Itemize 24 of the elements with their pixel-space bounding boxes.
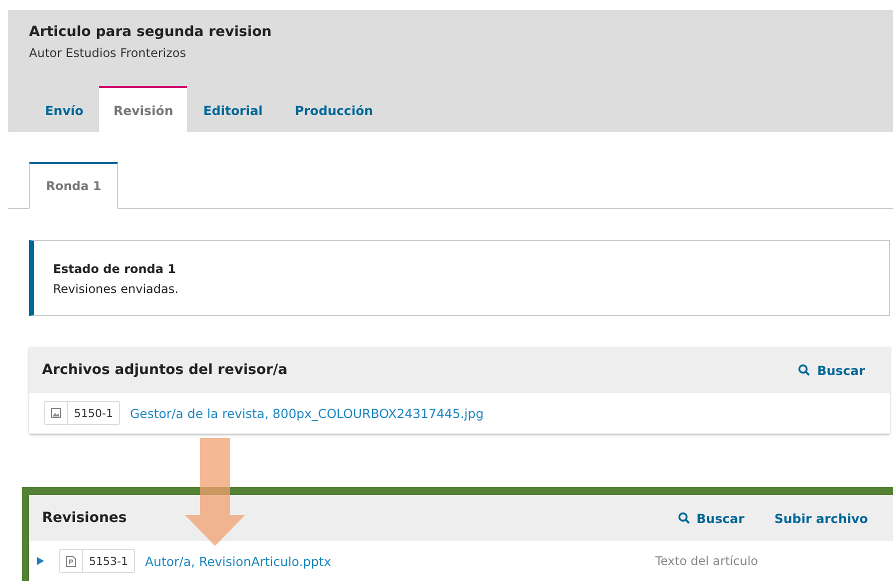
file-link[interactable]: Gestor/a de la revista, 800px_COLOURBOX24317445.jpg	[130, 406, 880, 420]
panel-title: Archivos adjuntos del revisor/a	[42, 362, 288, 378]
round-tab[interactable]: Ronda 1	[29, 162, 118, 209]
status-title: Estado de ronda 1	[53, 261, 178, 278]
status-text: Revisiones enviadas.	[53, 282, 178, 296]
file-badge: 5153-1	[59, 549, 135, 573]
document-file-icon	[66, 556, 76, 566]
workflow-tab[interactable]: Producción	[278, 86, 390, 132]
search-link[interactable]: Buscar	[798, 362, 865, 378]
search-icon	[678, 512, 690, 524]
workflow-tab[interactable]: Envío	[29, 86, 100, 132]
expand-toggle-icon[interactable]	[37, 557, 44, 565]
file-badge: 5150-1	[44, 401, 120, 425]
file-type: Texto del artículo	[655, 554, 758, 568]
panel-title: Revisiones	[42, 510, 128, 526]
image-file-icon	[51, 408, 61, 418]
submission-title: Articulo para segunda revision	[29, 23, 273, 42]
search-icon	[798, 364, 810, 376]
submission-author: Autor Estudios Fronterizos	[29, 45, 186, 62]
upload-file-link[interactable]: Subir archivo	[774, 510, 868, 526]
file-link[interactable]: Autor/a, RevisionArticulo.pptx	[144, 554, 656, 568]
search-link[interactable]: Buscar	[678, 510, 744, 526]
workflow-tab[interactable]: Editorial	[187, 86, 279, 132]
workflow-tab[interactable]: Revisión	[99, 86, 188, 132]
